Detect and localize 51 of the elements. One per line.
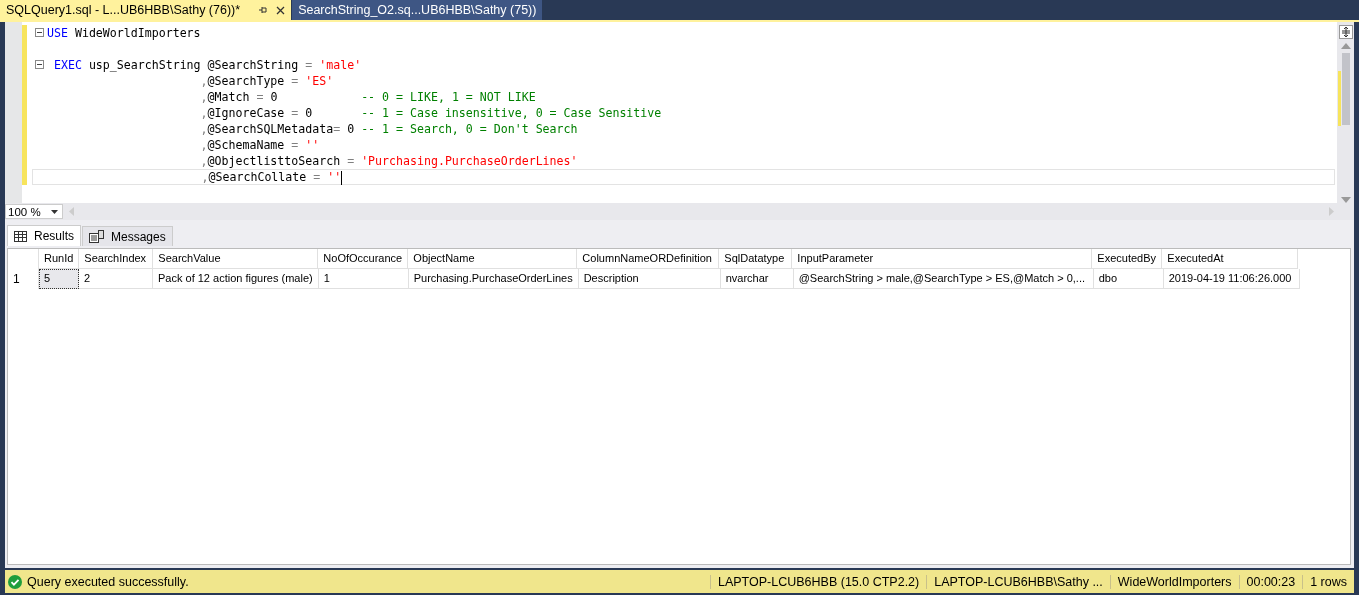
table-cell[interactable]: Description [578,269,721,289]
column-header[interactable]: ColumnNameORDefinition [577,249,720,269]
document-icon [89,230,104,243]
table-cell[interactable]: 1 [318,269,409,289]
code-line: ,@IgnoreCase = 0 -- 1 = Case insensitive, 0 = Case Sensitive [199,106,662,120]
code-line: ,@SearchSQLMetadata= 0 -- 1 = Search, 0 = Don't Search [199,122,578,136]
collapse-icon[interactable] [35,28,44,37]
table-cell[interactable]: @SearchString > male,@SearchType > ES,@Match > 0,... [793,269,1094,289]
status-segment: WideWorldImporters [1109,574,1239,589]
column-header[interactable]: InputParameter [792,249,1093,269]
column-header[interactable]: NoOfOccurance [318,249,409,269]
scrollbar-thumb[interactable] [1342,53,1350,125]
code-line: ,@SearchCollate = '' [200,170,342,184]
success-icon [8,574,22,589]
column-header[interactable]: SqlDatatype [719,249,793,269]
column-header[interactable]: ExecutedBy [1092,249,1163,269]
code-line: ,@ObjectlisttoSearch = 'Purchasing.PurchaseOrderLines' [199,154,578,168]
table-cell[interactable]: Pack of 12 action figures (male) [153,269,319,289]
status-segment: LAPTOP-LCUB6HBB\Sathy ... [926,574,1110,589]
code-line: ,@SearchType = 'ES' [199,74,334,88]
collapse-icon[interactable] [35,60,44,69]
zoom-dropdown[interactable]: 100 % [5,204,63,219]
status-segment: 00:00:23 [1238,574,1303,589]
document-tab[interactable]: SearchString_O2.sq...UB6HBB\Sathy (75)) [292,0,543,20]
text-cursor [341,170,343,185]
column-header[interactable]: ExecutedAt [1162,249,1299,269]
column-header[interactable]: ObjectName [408,249,578,269]
status-segment: LAPTOP-LCUB6HBB (15.0 CTP2.2) [710,574,927,589]
code-line: USE WideWorldImporters [47,26,201,40]
status-message: Query executed successfully. [27,574,190,589]
table-cell[interactable]: 2 [79,269,153,289]
code-line: EXEC usp_SearchString @SearchString = 'male' [52,58,362,72]
close-icon[interactable] [276,5,286,15]
column-header[interactable]: SearchIndex [79,249,154,269]
results-tab[interactable]: Messages [82,226,173,246]
column-header[interactable]: SearchValue [153,249,319,269]
column-header[interactable]: RunId [39,249,80,269]
pin-icon[interactable] [258,5,269,15]
table-cell[interactable]: 5 [39,269,79,289]
grid-icon [14,230,27,242]
split-icon[interactable] [1338,25,1353,39]
document-tab[interactable]: SQLQuery1.sql - L...UB6HBB\Sathy (76))* [0,0,292,20]
code-line: ,@Match = 0 -- 0 = LIKE, 1 = NOT LIKE [199,90,536,104]
table-cell[interactable]: dbo [1093,269,1164,289]
table-cell[interactable]: Purchasing.PurchaseOrderLines [408,269,579,289]
code-line: ,@SchemaName = '' [199,138,320,152]
table-cell[interactable]: nvarchar [720,269,794,289]
status-segment: 1 rows [1302,574,1354,589]
results-tab[interactable]: Results [7,225,81,246]
caret-icon [51,209,58,214]
table-cell[interactable]: 2019-04-19 11:06:26.000 [1163,269,1300,289]
